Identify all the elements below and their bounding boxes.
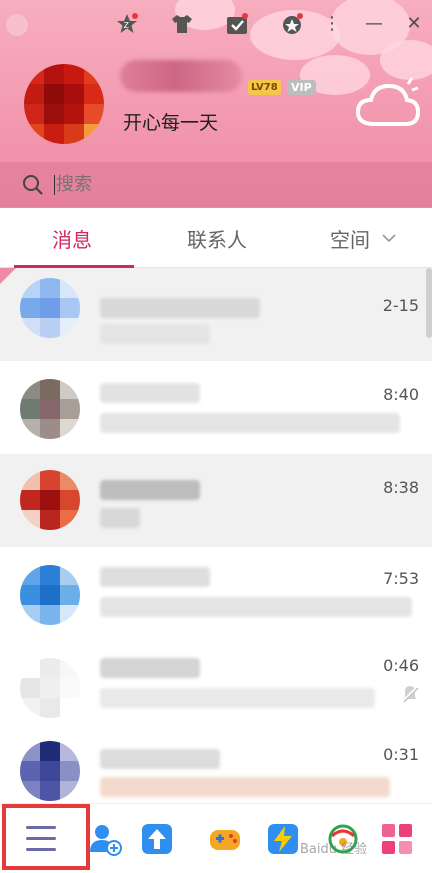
conversation-time: 8:38 [383, 478, 419, 497]
contact-name-blurred [100, 383, 200, 403]
conversation-item[interactable]: 2-15 [0, 268, 432, 361]
last-message-blurred [100, 688, 375, 708]
list-scrollbar[interactable] [426, 268, 432, 338]
title-bar: Z ⋮ — ✕ [0, 10, 432, 40]
conversation-item[interactable]: 0:31 [0, 733, 432, 803]
minimize-icon[interactable]: — [362, 12, 386, 36]
close-icon[interactable]: ✕ [402, 12, 426, 36]
qq-logo-icon [6, 14, 28, 36]
weather-cloud-icon[interactable] [352, 72, 422, 132]
last-message-blurred [100, 324, 210, 344]
text-caret [54, 175, 55, 195]
contact-name-blurred [100, 658, 200, 678]
main-tabs: 消息 联系人 空间 [0, 208, 432, 268]
checkin-icon[interactable] [225, 12, 249, 36]
medal-icon[interactable] [280, 12, 304, 36]
conversation-time: 0:46 [383, 656, 419, 675]
apps-grid-icon[interactable] [380, 822, 414, 856]
outfit-icon[interactable] [170, 12, 194, 36]
search-icon [23, 175, 43, 195]
last-message-blurred [100, 413, 400, 433]
upload-icon[interactable] [140, 822, 174, 856]
conversation-item[interactable]: 8:38 [0, 454, 432, 547]
profile-header: Z ⋮ — ✕ LV78 VIP 开心每一天 [0, 0, 432, 208]
conversation-avatar [20, 741, 80, 801]
conversation-item[interactable]: 0:46 [0, 640, 432, 733]
super-vip-icon[interactable]: Z [115, 12, 139, 36]
tab-contacts[interactable]: 联系人 [187, 224, 247, 253]
profile-avatar[interactable] [24, 64, 104, 144]
conversation-avatar [20, 470, 80, 530]
conversation-avatar [20, 565, 80, 625]
conversation-time: 7:53 [383, 569, 419, 588]
menu-icon [26, 826, 62, 852]
conversation-avatar [20, 379, 80, 439]
conversation-item[interactable]: 7:53 [0, 547, 432, 640]
lightning-icon[interactable] [266, 822, 300, 856]
conversation-time: 2-15 [382, 296, 419, 315]
level-badge[interactable]: LV78 [248, 80, 281, 95]
profile-signature[interactable]: 开心每一天 [123, 108, 218, 135]
nickname-blurred [120, 60, 242, 92]
chevron-down-icon[interactable] [381, 233, 397, 243]
mute-bell-icon [402, 686, 419, 703]
more-menu-icon[interactable]: ⋮ [320, 12, 344, 36]
conversation-list[interactable]: 2-15 8:40 8:38 7:53 0:46 0:31 [0, 268, 432, 803]
last-message-blurred [100, 508, 140, 528]
add-friend-icon[interactable] [88, 822, 122, 856]
conversation-time: 8:40 [383, 385, 419, 404]
search-bar[interactable] [0, 162, 432, 207]
tab-messages[interactable]: 消息 [52, 224, 92, 253]
conversation-avatar [20, 278, 80, 338]
search-input[interactable] [56, 174, 356, 195]
conversation-item[interactable]: 8:40 [0, 361, 432, 454]
conversation-avatar [20, 658, 80, 718]
contact-name-blurred [100, 567, 210, 587]
contact-name-blurred [100, 298, 260, 318]
contact-name-blurred [100, 480, 200, 500]
contact-name-blurred [100, 749, 220, 769]
game-icon[interactable] [208, 822, 242, 856]
vip-badge[interactable]: VIP [287, 80, 316, 95]
last-message-blurred [100, 777, 390, 797]
conversation-time: 0:31 [383, 745, 419, 764]
last-message-blurred [100, 597, 412, 617]
baidu-watermark: Baidu 经验 [300, 842, 368, 857]
main-menu-button[interactable] [2, 804, 90, 870]
svg-text:Z: Z [124, 21, 130, 30]
bottom-toolbar [0, 803, 432, 873]
tab-qzone[interactable]: 空间 [330, 224, 370, 253]
pinned-marker [0, 268, 16, 284]
